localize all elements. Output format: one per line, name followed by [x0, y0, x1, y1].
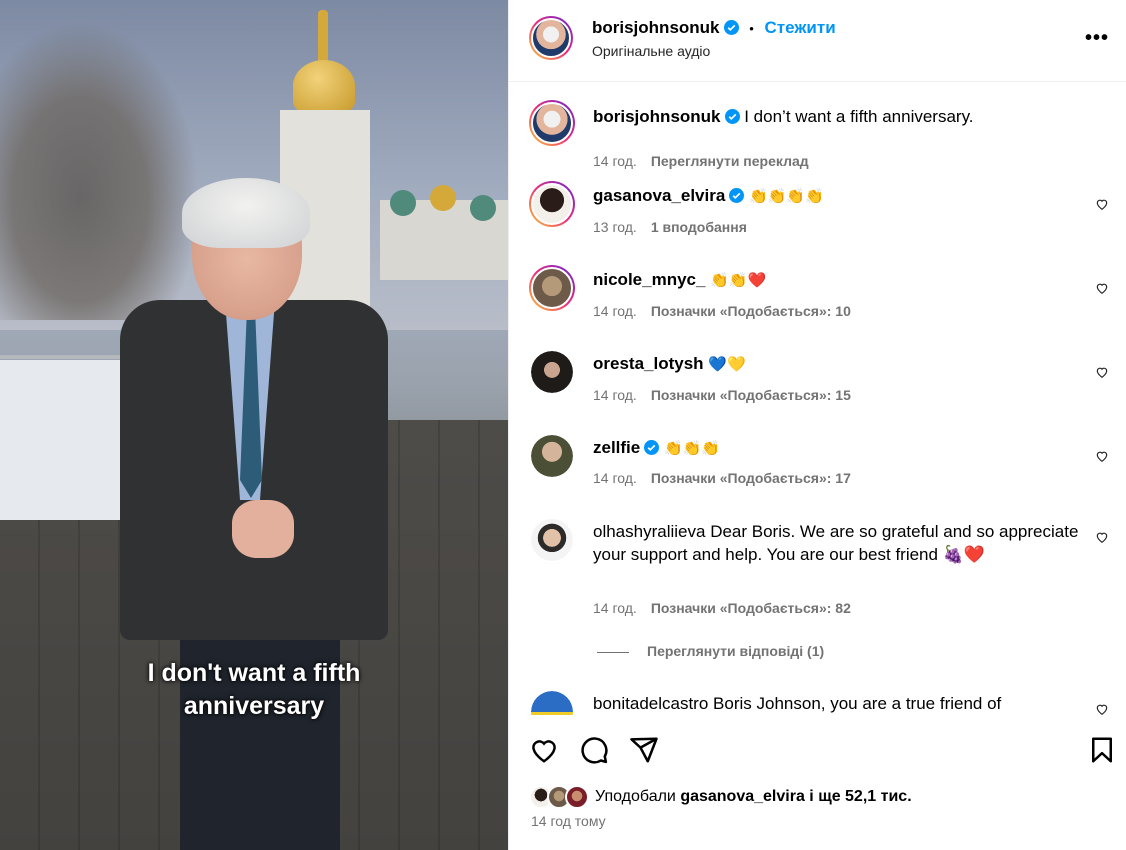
- comment-avatar[interactable]: [529, 265, 575, 311]
- verified-icon: [723, 20, 739, 35]
- comment-meta: 14 год. Позначки «Подобається»: 82: [593, 600, 851, 616]
- comment-item: bonitadelcastro Boris Johnson, you are a…: [529, 689, 1109, 715]
- comment-meta: 14 год. Позначки «Подобається»: 10: [593, 303, 851, 319]
- person-hair: [182, 178, 310, 248]
- heart-icon[interactable]: [1095, 365, 1109, 379]
- person-hands: [232, 500, 294, 558]
- post-panel: borisjohnsonuk • Стежити Оригінальне ауд…: [508, 0, 1126, 850]
- likes-summary[interactable]: Уподобали gasanova_elvira і ще 52,1 тис.: [529, 783, 912, 811]
- comment-time: 14 год.: [593, 470, 637, 486]
- comment-time: 14 год.: [593, 600, 637, 616]
- video-trees: [0, 20, 200, 320]
- comment-body: gasanova_elvira 👏👏👏👏: [593, 184, 1083, 208]
- more-icon[interactable]: •••: [1085, 28, 1109, 48]
- likes-suffix[interactable]: і ще 52,1 тис.: [809, 788, 911, 805]
- likes-user[interactable]: gasanova_elvira: [680, 788, 805, 805]
- reel-video[interactable]: I don't want a fifth anniversary: [0, 0, 508, 850]
- comment-avatar[interactable]: [531, 351, 573, 393]
- church-spire: [318, 10, 328, 65]
- liker-avatar: [565, 785, 589, 809]
- person-legs: [180, 620, 340, 850]
- caption-meta: 14 год. Переглянути переклад: [593, 153, 809, 169]
- view-replies-label: Переглянути відповіді (1): [647, 643, 825, 659]
- comment-text: 💙💛: [708, 355, 746, 373]
- comment-likes[interactable]: Позначки «Подобається»: 15: [651, 387, 851, 403]
- share-icon[interactable]: [629, 735, 659, 765]
- view-replies-button[interactable]: Переглянути відповіді (1): [597, 643, 824, 659]
- verified-icon: [644, 440, 660, 455]
- comment-body: olhashyraliieva Dear Boris. We are so gr…: [593, 520, 1083, 566]
- comment-icon[interactable]: [579, 735, 609, 765]
- comment-likes[interactable]: Позначки «Подобається»: 17: [651, 470, 851, 486]
- comment-time: 14 год.: [593, 303, 637, 319]
- church-dome: [293, 60, 355, 112]
- comments-list[interactable]: borisjohnsonuk I don’t want a fifth anni…: [509, 83, 1126, 715]
- comment-username[interactable]: gasanova_elvira: [593, 186, 725, 205]
- heart-icon[interactable]: [1095, 449, 1109, 463]
- verified-icon: [729, 188, 745, 203]
- heart-icon[interactable]: [1095, 281, 1109, 295]
- comment-item: nicole_mnyc_ 👏👏❤️ 14 год. Позначки «Подоб…: [529, 265, 1109, 325]
- comment-item: olhashyraliieva Dear Boris. We are so gr…: [529, 517, 1109, 617]
- comment-item: gasanova_elvira 👏👏👏👏 13 год. 1 вподобання: [529, 181, 1109, 241]
- comment-time: 14 год.: [593, 387, 637, 403]
- comment-username[interactable]: nicole_mnyc_: [593, 270, 705, 289]
- green-dome: [470, 195, 496, 221]
- comment-meta: 14 год. Позначки «Подобається»: 15: [593, 387, 851, 403]
- likes-prefix: Уподобали: [595, 788, 676, 805]
- comment-username[interactable]: zellfie: [593, 438, 640, 457]
- header-user-line: borisjohnsonuk • Стежити: [592, 18, 836, 38]
- comment-likes[interactable]: 1 вподобання: [651, 219, 747, 235]
- comment-text: 👏👏❤️: [710, 271, 767, 289]
- heart-icon[interactable]: [1095, 530, 1109, 544]
- comment-meta: 14 год. Позначки «Подобається»: 17: [593, 470, 851, 486]
- likes-text: Уподобали gasanova_elvira і ще 52,1 тис.: [595, 788, 912, 806]
- caption-username[interactable]: borisjohnsonuk: [593, 107, 721, 126]
- comment-body: nicole_mnyc_ 👏👏❤️: [593, 268, 1083, 292]
- post-header: borisjohnsonuk • Стежити Оригінальне ауд…: [509, 0, 1126, 82]
- comment-avatar[interactable]: [531, 691, 573, 715]
- separator-dot: •: [749, 21, 754, 36]
- comment-body: bonitadelcastro Boris Johnson, you are a…: [593, 692, 1083, 715]
- gold-dome: [430, 185, 456, 211]
- comment-avatar[interactable]: [531, 435, 573, 477]
- author-username[interactable]: borisjohnsonuk: [592, 18, 720, 37]
- author-avatar[interactable]: [529, 16, 573, 60]
- comment-likes[interactable]: Позначки «Подобається»: 10: [651, 303, 851, 319]
- comment-body: oresta_lotysh 💙💛: [593, 352, 1083, 376]
- caption-text: I don’t want a fifth anniversary.: [744, 107, 974, 126]
- translate-link[interactable]: Переглянути переклад: [651, 153, 809, 169]
- comment-item: zellfie 👏👏👏 14 год. Позначки «Подобається…: [529, 433, 1109, 493]
- comment-avatar[interactable]: [531, 519, 573, 561]
- comment-item: oresta_lotysh 💙💛 14 год. Позначки «Подоба…: [529, 349, 1109, 409]
- comment-username[interactable]: olhashyraliieva: [593, 522, 705, 541]
- save-icon[interactable]: [1087, 735, 1117, 765]
- comment-meta: 13 год. 1 вподобання: [593, 219, 747, 235]
- like-icon[interactable]: [529, 735, 559, 765]
- verified-icon: [724, 109, 740, 124]
- video-caption-line2: anniversary: [183, 692, 325, 720]
- heart-icon[interactable]: [1095, 702, 1109, 715]
- comment-time: 13 год.: [593, 219, 637, 235]
- comment-avatar[interactable]: [529, 181, 575, 227]
- audio-label[interactable]: Оригінальне аудіо: [592, 43, 710, 59]
- replies-divider: [597, 651, 629, 653]
- comment-username[interactable]: oresta_lotysh: [593, 354, 704, 373]
- comment-text: 👏👏👏: [663, 439, 721, 457]
- comment-body: zellfie 👏👏👏: [593, 436, 1083, 460]
- action-bar: [509, 722, 1126, 772]
- caption-time: 14 год.: [593, 153, 637, 169]
- follow-button[interactable]: Стежити: [765, 18, 836, 37]
- video-caption-line1: I don't want a fifth: [147, 659, 361, 687]
- green-dome: [390, 190, 416, 216]
- post-timestamp: 14 год тому: [531, 813, 606, 829]
- heart-icon[interactable]: [1095, 197, 1109, 211]
- caption-avatar[interactable]: [529, 100, 575, 146]
- post-caption: borisjohnsonuk I don’t want a fifth anni…: [529, 100, 1109, 169]
- comment-text: 👏👏👏👏: [749, 187, 824, 205]
- comment-username[interactable]: bonitadelcastro: [593, 694, 708, 713]
- comment-likes[interactable]: Позначки «Подобається»: 82: [651, 600, 851, 616]
- caption-body: borisjohnsonuk I don’t want a fifth anni…: [593, 105, 1083, 128]
- comment-text: Boris Johnson, you are a true friend of: [713, 694, 1002, 713]
